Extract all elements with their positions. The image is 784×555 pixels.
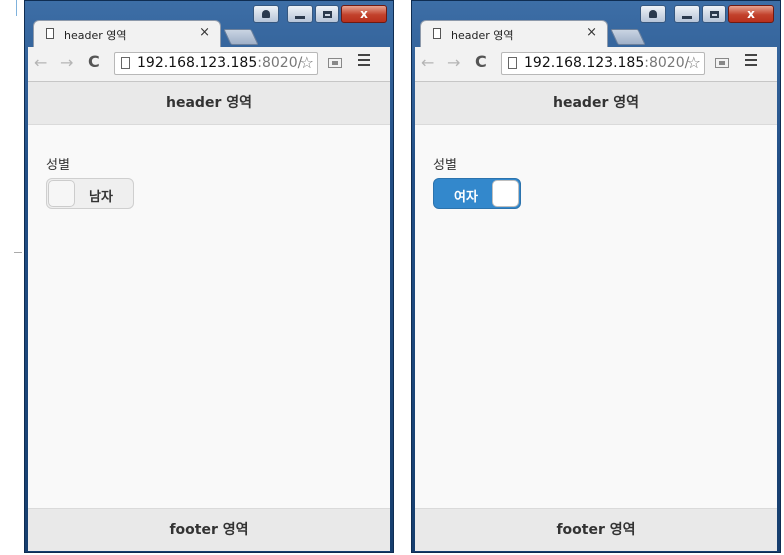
- browser-toolbar: ← → C 192.168.123.185:8020/ ☆: [415, 47, 777, 82]
- minimize-icon: [682, 15, 692, 19]
- close-window-button[interactable]: x: [341, 5, 387, 23]
- switch-label: 여자: [454, 190, 478, 205]
- maximize-button[interactable]: [702, 5, 726, 23]
- guide-line: [16, 0, 17, 16]
- bookmark-star-icon[interactable]: ☆: [687, 53, 701, 72]
- url-host: 192.168.123.185: [524, 55, 645, 71]
- page-header: header 영역: [415, 82, 777, 125]
- new-tab-button[interactable]: [223, 29, 259, 45]
- page-content: header 영역 성별 여자 footer 영역: [415, 82, 777, 551]
- browser-tab[interactable]: header 영역 ×: [33, 20, 221, 47]
- back-arrow-icon[interactable]: ←: [421, 53, 434, 72]
- browser-window-left: x header 영역 × ← → C 192.168.123.185:8020…: [24, 0, 394, 553]
- url-text: 192.168.123.185:8020/: [524, 55, 689, 71]
- switch-label: 남자: [89, 190, 113, 205]
- page-footer: footer 영역: [28, 508, 390, 551]
- document-icon: [46, 28, 54, 39]
- gender-label: 성별: [433, 158, 457, 173]
- minimize-button[interactable]: [287, 5, 313, 23]
- switch-handle[interactable]: [492, 180, 519, 207]
- tab-close-icon[interactable]: ×: [586, 25, 597, 40]
- maximize-icon: [322, 10, 332, 18]
- close-icon: x: [747, 7, 755, 21]
- page-info-icon: [508, 57, 517, 69]
- cast-icon[interactable]: [328, 58, 342, 68]
- guide-dash: [14, 252, 22, 253]
- menu-icon[interactable]: [358, 54, 370, 66]
- bookmark-star-icon[interactable]: ☆: [300, 53, 314, 72]
- maximize-icon: [709, 10, 719, 18]
- maximize-button[interactable]: [315, 5, 339, 23]
- page-footer: footer 영역: [415, 508, 777, 551]
- caption-buttons: x: [253, 5, 387, 23]
- caption-buttons: x: [640, 5, 774, 23]
- url-host: 192.168.123.185: [137, 55, 258, 71]
- document-icon: [433, 28, 441, 39]
- menu-icon[interactable]: [745, 54, 757, 66]
- minimize-icon: [295, 15, 305, 19]
- url-port: :8020/: [644, 55, 690, 71]
- gender-label: 성별: [46, 158, 70, 173]
- browser-window-right: x header 영역 × ← → C 192.168.123.185:8020…: [411, 0, 781, 553]
- tab-close-icon[interactable]: ×: [199, 25, 210, 40]
- minimize-button[interactable]: [674, 5, 700, 23]
- tab-title: header 영역: [64, 29, 127, 42]
- gender-flip-switch[interactable]: 남자: [46, 178, 134, 209]
- forward-arrow-icon[interactable]: →: [447, 53, 460, 72]
- user-icon: [262, 10, 270, 18]
- reload-icon[interactable]: C: [88, 52, 100, 71]
- address-bar[interactable]: 192.168.123.185:8020/ ☆: [501, 52, 705, 75]
- close-icon: x: [360, 7, 368, 21]
- switch-handle[interactable]: [48, 180, 75, 207]
- browser-tab[interactable]: header 영역 ×: [420, 20, 608, 47]
- cast-icon[interactable]: [715, 58, 729, 68]
- user-profile-button[interactable]: [640, 5, 666, 23]
- new-tab-button[interactable]: [610, 29, 646, 45]
- url-text: 192.168.123.185:8020/: [137, 55, 302, 71]
- browser-toolbar: ← → C 192.168.123.185:8020/ ☆: [28, 47, 390, 82]
- gender-flip-switch[interactable]: 여자: [433, 178, 521, 209]
- url-port: :8020/: [257, 55, 303, 71]
- user-icon: [649, 10, 657, 18]
- back-arrow-icon[interactable]: ←: [34, 53, 47, 72]
- page-header: header 영역: [28, 82, 390, 125]
- page-info-icon: [121, 57, 130, 69]
- tab-title: header 영역: [451, 29, 514, 42]
- page-content: header 영역 성별 남자 footer 영역: [28, 82, 390, 551]
- reload-icon[interactable]: C: [475, 52, 487, 71]
- forward-arrow-icon[interactable]: →: [60, 53, 73, 72]
- user-profile-button[interactable]: [253, 5, 279, 23]
- close-window-button[interactable]: x: [728, 5, 774, 23]
- address-bar[interactable]: 192.168.123.185:8020/ ☆: [114, 52, 318, 75]
